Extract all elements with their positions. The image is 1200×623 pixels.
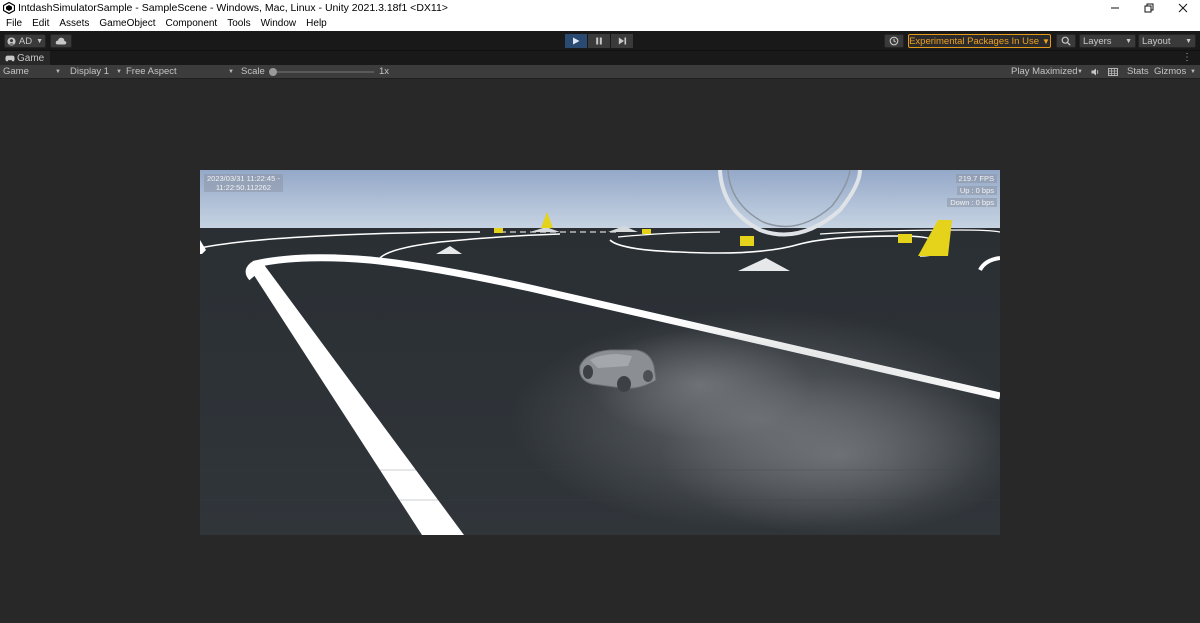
- game-view-area: 2023/03/31 11:22:45 - 11:22:50.112262 21…: [0, 80, 1200, 623]
- gizmo-grid-button[interactable]: [1108, 68, 1118, 76]
- sky: [200, 170, 1000, 232]
- tab-game[interactable]: Game: [0, 51, 51, 65]
- stats-button[interactable]: Stats: [1127, 65, 1149, 79]
- play-mode-dropdown[interactable]: Play Maximized: [1011, 65, 1078, 79]
- chevron-down-icon: ▼: [1125, 37, 1132, 45]
- speaker-icon: [1091, 68, 1099, 76]
- timestamp-overlay: 2023/03/31 11:22:45 - 11:22:50.112262: [204, 174, 283, 192]
- cloud-icon: [55, 37, 67, 45]
- fps-counter: 219.7 FPS: [955, 174, 997, 183]
- minimize-button[interactable]: [1098, 0, 1132, 16]
- cloud-button[interactable]: [50, 34, 72, 48]
- main-toolbar: AD ▼ Experimental Packages In Use ▼ Laye…: [0, 31, 1200, 51]
- download-rate: Down : 0 bps: [947, 198, 997, 207]
- menu-edit[interactable]: Edit: [27, 16, 54, 31]
- chevron-down-icon: ▼: [1077, 69, 1083, 75]
- tab-game-label: Game: [17, 52, 45, 64]
- menu-help[interactable]: Help: [301, 16, 332, 31]
- scene-render: [200, 170, 1000, 535]
- play-button[interactable]: [565, 34, 587, 48]
- menu-component[interactable]: Component: [161, 16, 223, 31]
- aspect-dropdown[interactable]: Free Aspect: [126, 65, 177, 79]
- upload-rate: Up : 0 bps: [956, 186, 997, 195]
- close-button[interactable]: [1166, 0, 1200, 16]
- chevron-down-icon: ▼: [116, 69, 122, 75]
- timestamp-line-1: 2023/03/31 11:22:45 -: [207, 174, 280, 183]
- history-icon: [889, 36, 899, 46]
- account-label: AD: [18, 35, 33, 47]
- layers-label: Layers: [1083, 35, 1112, 47]
- play-icon: [573, 37, 580, 45]
- chevron-down-icon: ▼: [36, 37, 44, 45]
- account-dropdown[interactable]: AD ▼: [4, 34, 46, 48]
- scale-value: 1x: [379, 66, 390, 77]
- chevron-down-icon: ▼: [228, 69, 234, 75]
- timestamp-line-2: 11:22:50.112262: [215, 183, 272, 192]
- menu-gameobject[interactable]: GameObject: [94, 16, 160, 31]
- game-view-controls: Game ▼ Display 1 ▼ Free Aspect ▼ Scale 1…: [0, 65, 1200, 79]
- undo-history-button[interactable]: [884, 34, 904, 48]
- layout-label: Layout: [1142, 35, 1171, 47]
- experimental-packages-dropdown[interactable]: Experimental Packages In Use ▼: [908, 34, 1051, 48]
- window-title: IntdashSimulatorSample - SampleScene - W…: [18, 2, 448, 14]
- unity-logo-icon: [3, 2, 15, 14]
- menu-file[interactable]: File: [0, 16, 27, 31]
- chevron-down-icon: ▼: [1041, 36, 1050, 46]
- playback-controls: [565, 34, 633, 48]
- chevron-down-icon: ▼: [1190, 69, 1196, 75]
- tab-bar: Game ⋮: [0, 51, 1200, 65]
- chevron-down-icon: ▼: [1185, 37, 1192, 45]
- display-dropdown[interactable]: Display 1: [70, 65, 109, 79]
- view-mode-dropdown[interactable]: Game: [3, 65, 29, 79]
- close-icon: [1178, 3, 1188, 13]
- step-button[interactable]: [611, 34, 633, 48]
- pause-button[interactable]: [588, 34, 610, 48]
- tab-menu-icon[interactable]: ⋮: [1182, 51, 1192, 65]
- restore-button[interactable]: [1132, 0, 1166, 16]
- chevron-down-icon: ▼: [55, 69, 61, 75]
- search-button[interactable]: [1056, 34, 1076, 48]
- menu-tools[interactable]: Tools: [222, 16, 255, 31]
- step-icon: [618, 37, 626, 45]
- layout-dropdown[interactable]: Layout ▼: [1138, 34, 1196, 48]
- menu-window[interactable]: Window: [256, 16, 302, 31]
- scale-slider-handle[interactable]: [269, 68, 277, 76]
- scale-label: Scale: [241, 66, 265, 77]
- gamepad-icon: [5, 55, 15, 61]
- mute-audio-button[interactable]: [1091, 68, 1100, 76]
- minimize-icon: [1111, 7, 1119, 9]
- grid-icon: [1108, 68, 1118, 76]
- search-icon: [1061, 36, 1071, 46]
- experimental-packages-label: Experimental Packages In Use: [909, 35, 1039, 47]
- menu-assets[interactable]: Assets: [54, 16, 94, 31]
- layers-dropdown[interactable]: Layers ▼: [1079, 34, 1136, 48]
- restore-icon: [1144, 3, 1154, 13]
- window-title-bar: IntdashSimulatorSample - SampleScene - W…: [0, 0, 1200, 16]
- game-viewport[interactable]: 2023/03/31 11:22:45 - 11:22:50.112262 21…: [200, 170, 1000, 535]
- account-icon: [7, 36, 16, 46]
- pause-icon: [596, 37, 602, 45]
- gizmos-dropdown[interactable]: Gizmos: [1154, 65, 1186, 79]
- menu-bar: File Edit Assets GameObject Component To…: [0, 16, 1200, 31]
- scale-slider-track[interactable]: [272, 71, 374, 73]
